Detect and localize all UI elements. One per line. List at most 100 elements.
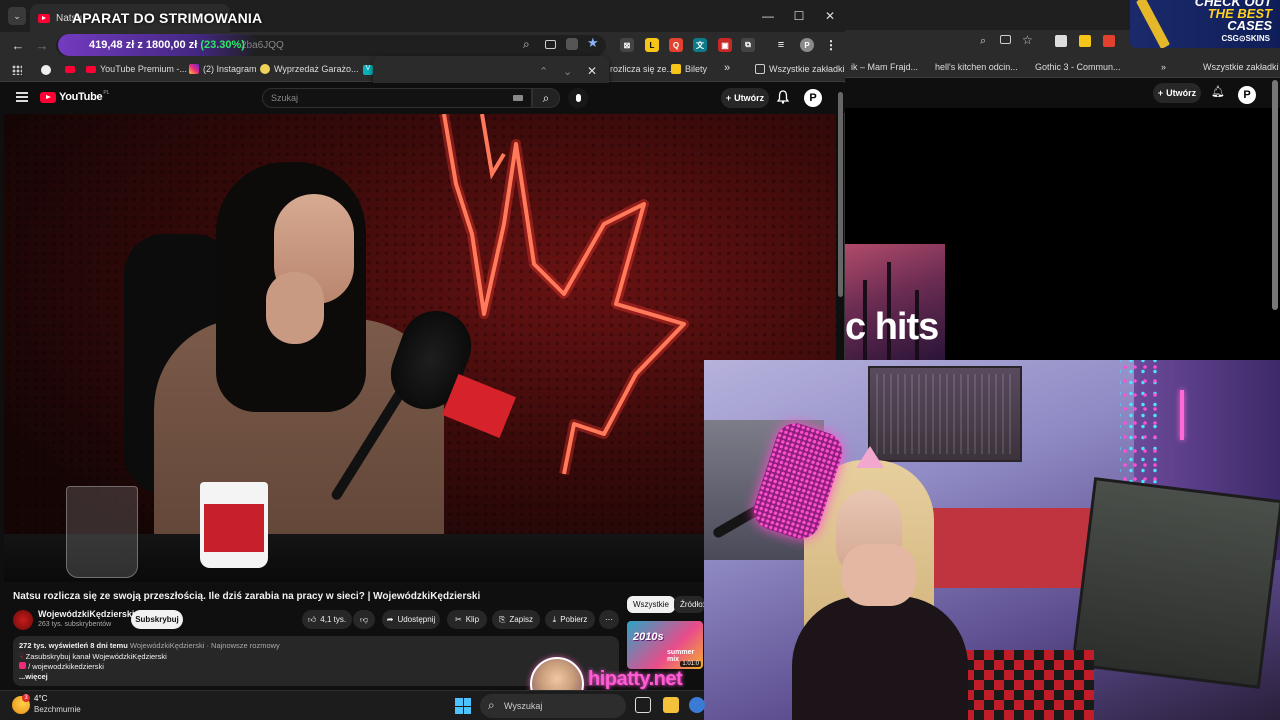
thumbnail-text: c hits	[845, 306, 939, 348]
hamburger-menu-icon[interactable]	[16, 92, 28, 102]
recommended-video-thumbnail[interactable]: 2010s summer mix 1:01:0	[627, 621, 703, 669]
forward-button[interactable]: →	[34, 37, 50, 53]
chip-source[interactable]: Źródło:	[674, 596, 704, 613]
page-scrollbar[interactable]	[838, 92, 843, 297]
file-explorer-icon[interactable]	[663, 697, 679, 713]
bookmark-garage-sale[interactable]: Wyprzedaż Garażo...	[260, 64, 358, 74]
notifications-bell-icon[interactable]	[776, 90, 790, 104]
install-app-icon[interactable]	[566, 38, 578, 50]
download-icon: ⤓	[552, 614, 557, 624]
close-icon[interactable]: ✕	[587, 64, 597, 78]
download-label: Pobierz	[560, 615, 588, 624]
voice-search-button[interactable]	[568, 88, 588, 108]
tab-list-button[interactable]: ⌄	[8, 7, 26, 25]
pointing-hand-icon: ☟	[19, 652, 24, 661]
zoom-icon[interactable]: ⌕	[523, 37, 530, 52]
youtube-logo[interactable]: YouTube PL	[40, 90, 110, 103]
chevron-right-icon[interactable]: »	[724, 62, 730, 74]
extension-icon[interactable]	[1079, 35, 1091, 47]
find-input[interactable]	[381, 63, 531, 83]
bookmark-item[interactable]: ik – Mam Frajd...	[845, 62, 924, 72]
bookmark-label: (2) Instagram	[203, 64, 257, 74]
background-avatar[interactable]: P	[1238, 86, 1256, 104]
donation-goal-text: 419,48 zł z 1800,00 zł (23.30%)	[89, 39, 245, 51]
stream-overlay-title: APARAT DO STRIMOWANIA	[72, 10, 263, 26]
clip-label: Klip	[465, 615, 480, 624]
github-icon[interactable]	[41, 65, 51, 75]
extension-icon[interactable]: Q	[669, 38, 683, 52]
zoom-icon[interactable]: ⌕	[980, 35, 986, 48]
keyboard-icon[interactable]	[513, 95, 523, 101]
weather-temperature[interactable]: 4°C	[34, 694, 47, 703]
browser-icon[interactable]	[689, 697, 705, 713]
download-button[interactable]: ⤓ Pobierz	[545, 610, 595, 629]
ad-brand: CSG⊙SKINS	[1221, 34, 1271, 43]
chevron-right-icon[interactable]: »	[1155, 62, 1172, 72]
media-control-icon[interactable]: ≡	[774, 38, 788, 52]
more-actions-button[interactable]: ⋯	[599, 610, 619, 629]
close-button[interactable]: ✕	[818, 6, 842, 26]
search-button[interactable]: ⌕	[532, 88, 560, 108]
easel-canvas	[1071, 477, 1280, 689]
cast-icon[interactable]	[1000, 35, 1011, 44]
save-button[interactable]: ⎘ Zapisz	[492, 610, 540, 629]
streamer-body	[792, 596, 968, 720]
vinted-icon[interactable]: V	[363, 65, 373, 75]
bell-icon[interactable]: 🔔︎	[1211, 85, 1225, 98]
minimize-button[interactable]: —	[756, 6, 780, 26]
chevron-down-icon[interactable]: ⌄	[563, 65, 572, 78]
channel-avatar[interactable]	[13, 610, 33, 630]
extension-icon[interactable]	[1103, 35, 1115, 47]
chevron-up-icon[interactable]: ⌃	[539, 65, 548, 78]
chip-all[interactable]: Wszystkie	[627, 596, 675, 613]
bookmark-youtube-premium[interactable]: YouTube Premium -...	[86, 64, 187, 74]
description-link[interactable]: / wojewodzkikedzierski	[28, 662, 104, 671]
bookmark-instagram[interactable]: (2) Instagram	[189, 64, 257, 74]
bookmark-item[interactable]: Wszystkie zakładki	[1197, 62, 1280, 72]
bookmark-tickets[interactable]: Bilety	[671, 64, 707, 74]
taskbar-search-input[interactable]: ⌕ Wyszukaj	[480, 694, 626, 718]
account-avatar[interactable]: P	[804, 89, 822, 107]
views-and-date: 272 tys. wyświetleń 8 dni temu	[19, 641, 128, 650]
logo-region: PL	[103, 90, 110, 96]
windows-start-icon[interactable]	[455, 698, 471, 714]
background-scrollbar[interactable]	[1272, 80, 1278, 310]
create-button[interactable]: + Utwórz	[721, 88, 769, 108]
csgoskins-ad-banner[interactable]: CHECK OUT THE BEST CASES CSG⊙SKINS	[1130, 0, 1280, 48]
puzzle-icon[interactable]: ⧉	[741, 38, 755, 52]
back-button[interactable]: ←	[10, 37, 26, 53]
description-meta: 272 tys. wyświetleń 8 dni temu Wojewódzk…	[19, 641, 280, 650]
extension-icon[interactable]: L	[645, 38, 659, 52]
bookmark-item[interactable]: hell's kitchen odcin...	[929, 62, 1024, 72]
youtube-icon[interactable]	[65, 66, 75, 73]
extension-icon[interactable]: ▣	[718, 38, 732, 52]
maximize-button[interactable]: ☐	[787, 6, 811, 26]
subscribe-button[interactable]: Subskrybuj	[131, 610, 183, 629]
like-button[interactable]: 👍︎ 4,1 tys.	[302, 610, 352, 629]
dislike-button[interactable]: 👎︎	[353, 610, 375, 629]
apps-grid-icon[interactable]	[12, 65, 22, 75]
guest-hand	[266, 272, 324, 344]
cast-icon[interactable]	[545, 40, 556, 49]
bookmark-star-icon[interactable]: ☆	[1022, 33, 1033, 47]
description-box[interactable]: 272 tys. wyświetleń 8 dni temu Wojewódzk…	[13, 636, 619, 686]
extension-icon[interactable]	[1055, 35, 1067, 47]
bookmark-item[interactable]: Gothic 3 - Commun...	[1029, 62, 1127, 72]
show-more-link[interactable]: ...więcej	[19, 672, 48, 681]
menu-kebab-icon[interactable]: ⋮	[824, 38, 838, 52]
description-line[interactable]: / wojewodzkikedzierski	[19, 662, 104, 671]
create-button[interactable]: + Utwórz	[1153, 83, 1201, 103]
profile-icon[interactable]: P	[800, 38, 814, 52]
extension-icon[interactable]: ⊠	[620, 38, 634, 52]
translate-icon[interactable]: 文	[693, 38, 707, 52]
search-input[interactable]: Szukaj	[262, 88, 532, 108]
channel-name[interactable]: WojewódzkiKędzierski	[38, 609, 134, 619]
share-button[interactable]: ➦ Udostępnij	[382, 610, 440, 629]
bookmark-star-icon[interactable]: ★	[587, 35, 599, 51]
bookmark-video[interactable]: rozlicza się ze...	[610, 64, 674, 74]
task-view-icon[interactable]	[635, 697, 651, 713]
clip-button[interactable]: ✂ Klip	[447, 610, 487, 629]
bookmark-all-bookmarks[interactable]: Wszystkie zakładki	[755, 64, 845, 74]
instagram-icon	[189, 64, 199, 74]
weather-description[interactable]: Bezchmurnie	[34, 705, 81, 714]
